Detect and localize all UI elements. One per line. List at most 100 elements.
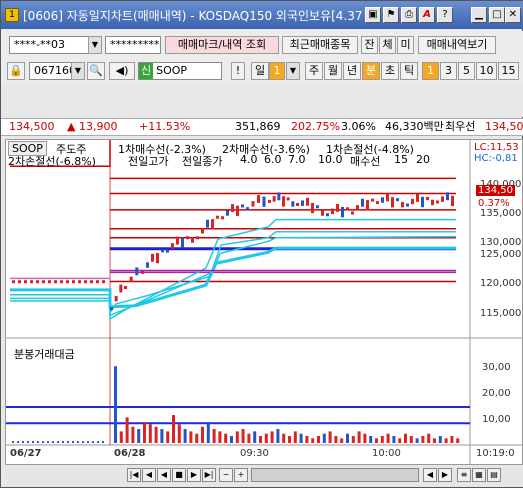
- candle: [201, 228, 204, 234]
- flag-icon[interactable]: ⚑: [383, 7, 399, 23]
- zoom-in-icon[interactable]: +: [234, 468, 248, 482]
- volume-bar: [67, 441, 69, 443]
- volume-bar: [351, 436, 355, 443]
- volume-bar: [195, 433, 199, 443]
- volume-bar: [201, 426, 204, 443]
- a-icon[interactable]: A: [419, 7, 435, 23]
- link-icon[interactable]: ▣: [365, 7, 381, 23]
- stock-name-field[interactable]: 신 SOOP: [138, 62, 222, 80]
- candle: [211, 219, 214, 230]
- interval-10[interactable]: 10: [476, 62, 497, 80]
- period-count[interactable]: 1: [269, 62, 285, 80]
- candle: [326, 213, 329, 217]
- volume-bar: [57, 441, 59, 443]
- next-icon[interactable]: ▶: [187, 468, 201, 482]
- x-tick-0627: 06/27: [10, 448, 42, 459]
- stock-code-field[interactable]: 067160: [29, 62, 73, 80]
- candle: [361, 198, 364, 207]
- volume-bar: [334, 436, 338, 443]
- volume-bar: [346, 433, 349, 443]
- grid-icon[interactable]: ▦: [472, 468, 486, 482]
- volume-bar: [160, 429, 164, 443]
- help-icon[interactable]: ?: [437, 7, 453, 23]
- candle: [54, 280, 57, 284]
- speaker-icon[interactable]: ◀): [109, 62, 135, 80]
- account-dropdown[interactable]: ▼: [88, 36, 102, 54]
- period-minute-button[interactable]: 분: [362, 62, 380, 80]
- volume: 351,869: [235, 120, 281, 133]
- recent-trades-button[interactable]: 최근매매종목: [282, 36, 358, 54]
- scroll-track[interactable]: [251, 468, 419, 482]
- stop-icon[interactable]: ■: [172, 468, 186, 482]
- password-field[interactable]: *********: [105, 36, 161, 54]
- candle: [216, 215, 219, 219]
- candle: [124, 285, 127, 290]
- candle: [24, 280, 27, 284]
- volume-bar: [421, 436, 425, 443]
- period-month-button[interactable]: 월: [324, 62, 342, 80]
- candle: [411, 198, 414, 205]
- vol-tick-20: 20,00: [482, 388, 511, 399]
- zoom-out-icon[interactable]: −: [219, 468, 233, 482]
- ma-line: [10, 218, 456, 321]
- period-dropdown[interactable]: ▼: [286, 62, 300, 80]
- volume-bar: [398, 438, 402, 443]
- volume-bar: [380, 436, 384, 443]
- period-second-button[interactable]: 초: [381, 62, 399, 80]
- close-icon[interactable]: ✕: [505, 7, 521, 23]
- candle: [141, 270, 144, 274]
- interval-3[interactable]: 3: [440, 62, 457, 80]
- unfilled-button[interactable]: 미: [397, 36, 414, 54]
- chart-area[interactable]: SOOP 주도주 1차매수선(-2.3%) 2차매수선(-3.6%) 1차손절선…: [5, 139, 523, 466]
- volume-bar: [270, 431, 274, 443]
- list-icon[interactable]: ≡: [457, 468, 471, 482]
- legend-ma-20: 20: [416, 153, 430, 166]
- period-week-button[interactable]: 주: [305, 62, 323, 80]
- vol-tick-30: 30,00: [482, 362, 511, 373]
- prev-icon[interactable]: ◀: [142, 468, 156, 482]
- candle: [277, 192, 281, 201]
- filled-button[interactable]: 체: [379, 36, 396, 54]
- volume-bar: [311, 438, 315, 443]
- prev-page-icon[interactable]: ◀: [157, 468, 171, 482]
- scroll-left-icon[interactable]: ◀: [423, 468, 437, 482]
- print-icon[interactable]: ⎙: [401, 7, 417, 23]
- trade-mark-query-button[interactable]: 매매마크/내역 조회: [165, 36, 279, 54]
- warning-button[interactable]: !: [231, 62, 245, 80]
- last-icon[interactable]: ▶|: [202, 468, 216, 482]
- candle: [146, 262, 149, 268]
- maximize-icon[interactable]: □: [489, 7, 505, 23]
- chart-scroll-bar[interactable]: |◀ ◀ ◀ ■ ▶ ▶| − + ◀ ▶ ≡ ▦ ▤: [5, 465, 523, 487]
- minimize-icon[interactable]: ▁: [471, 7, 487, 23]
- interval-15[interactable]: 15: [498, 62, 519, 80]
- candle: [176, 236, 179, 245]
- period-year-button[interactable]: 년: [343, 62, 361, 80]
- interval-1[interactable]: 1: [422, 62, 439, 80]
- lock-icon[interactable]: 🔒: [7, 62, 25, 80]
- candle: [66, 280, 69, 284]
- search-icon[interactable]: 🔍: [87, 62, 105, 80]
- new-badge: 신: [139, 63, 154, 79]
- vol-tick-10: 10,00: [482, 414, 511, 425]
- volume-bar: [143, 422, 146, 443]
- volume-bar: [415, 438, 419, 443]
- code-dropdown[interactable]: ▼: [71, 62, 85, 80]
- first-icon[interactable]: |◀: [127, 468, 141, 482]
- volume-bar: [305, 436, 309, 443]
- scroll-right-icon[interactable]: ▶: [438, 468, 452, 482]
- volume-bar: [317, 436, 320, 443]
- volume-bar: [363, 433, 367, 443]
- period-tick-button[interactable]: 틱: [400, 62, 418, 80]
- save-icon[interactable]: ▤: [487, 468, 501, 482]
- volume-bar: [102, 441, 104, 443]
- account-field[interactable]: ****-**03: [9, 36, 89, 54]
- interval-5[interactable]: 5: [458, 62, 475, 80]
- balance-button[interactable]: 잔: [361, 36, 378, 54]
- spacer-row: [1, 85, 523, 117]
- candle: [431, 199, 434, 206]
- trade-history-button[interactable]: 매매내역보기: [418, 36, 496, 54]
- volume-bar: [148, 424, 152, 443]
- period-day-button[interactable]: 일: [251, 62, 269, 80]
- volume-bar: [154, 426, 158, 443]
- candle: [114, 295, 118, 302]
